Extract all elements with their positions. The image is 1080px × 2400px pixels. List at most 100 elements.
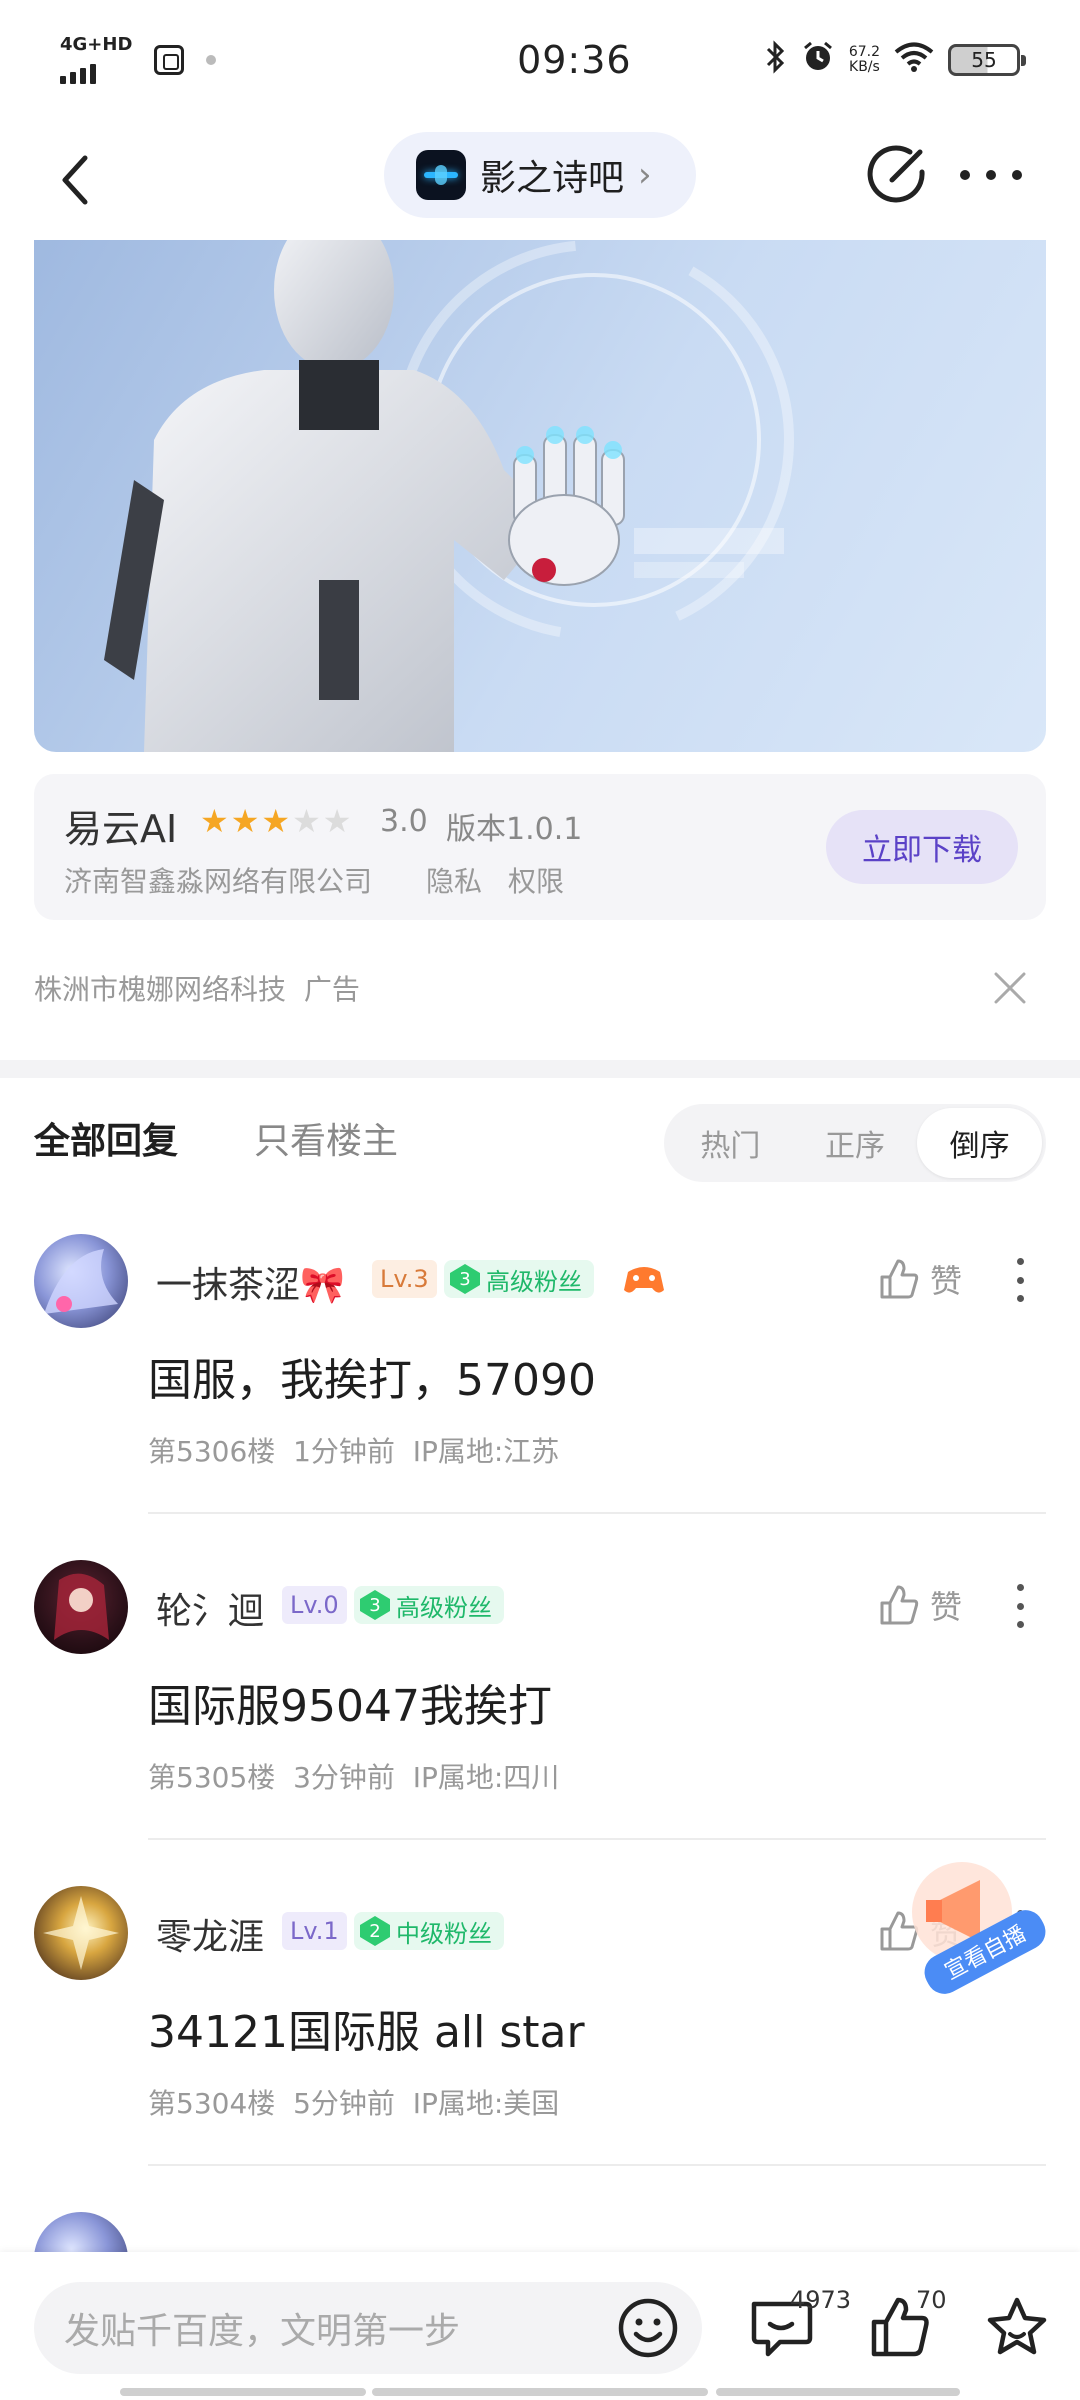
divider <box>148 1512 1046 1514</box>
thumbs-up-icon <box>880 1259 919 1299</box>
app-notification-icon <box>154 45 185 75</box>
fan-level: 3 <box>360 1590 390 1620</box>
floor-number: 第5306楼 <box>148 1435 276 1468</box>
like-button[interactable]: 赞 <box>878 1254 962 1304</box>
privacy-link[interactable]: 隐私 <box>426 860 482 900</box>
thumbs-up-icon <box>880 1585 919 1625</box>
post-content: 国服，我挨打，57090 <box>148 1355 596 1406</box>
post-time: 5分钟前 <box>293 2087 395 2120</box>
like-label: 赞 <box>930 1262 963 1300</box>
like-button[interactable]: 赞 <box>878 1580 962 1630</box>
wifi-icon <box>894 41 934 79</box>
post-more-button[interactable] <box>1010 1258 1030 1302</box>
battery-icon: 55 <box>948 44 1026 76</box>
forum-name: 影之诗吧 <box>480 158 625 199</box>
ip-location: IP属地:四川 <box>412 1761 560 1794</box>
sort-selector: 热门 正序 倒序 <box>664 1104 1046 1182</box>
sort-hot[interactable]: 热门 <box>668 1108 793 1178</box>
floor-number: 第5304楼 <box>148 2087 276 2120</box>
fan-badge: 2 中级粉丝 <box>354 1912 504 1950</box>
star-filled-icon: ★ <box>200 802 229 840</box>
status-time: 09:36 <box>517 38 632 82</box>
level-badge: Lv.3 <box>372 1260 437 1298</box>
avatar[interactable] <box>34 1886 128 1980</box>
edit-post-button[interactable] <box>866 142 930 206</box>
avatar[interactable] <box>34 2212 128 2252</box>
gamepad-icon <box>622 1260 666 1298</box>
star-icon <box>987 2297 1047 2355</box>
fan-level: 3 <box>450 1264 480 1294</box>
ad-banner-image[interactable] <box>34 240 1046 752</box>
fan-label: 高级粉丝 <box>486 1267 582 1296</box>
tab-all-replies[interactable]: 全部回复 <box>34 1112 178 1164</box>
reply-post: 轮氵迴 Lv.0 3 高级粉丝 赞 国际服95047我挨打 第5305楼 3分钟前… <box>0 1560 1080 1885</box>
floating-promo-badge[interactable]: 宣看自播 <box>900 1850 1060 2000</box>
gesture-bar-segment <box>716 2388 960 2396</box>
ad-source: 株洲市槐娜网络科技 广告 <box>34 968 360 1008</box>
app-name: 易云AI <box>64 807 178 851</box>
edit-icon <box>867 145 925 203</box>
ip-location: IP属地:美国 <box>412 2087 560 2120</box>
battery-level: 55 <box>971 48 997 72</box>
forum-title-pill[interactable]: 影之诗吧 › <box>384 132 696 218</box>
back-arrow-icon <box>62 155 88 205</box>
download-button[interactable]: 立即下载 <box>826 810 1018 884</box>
comment-count: 4973 <box>790 2286 852 2314</box>
megaphone-icon: 宣看自播 <box>912 1862 1046 1994</box>
alarm-icon <box>801 40 835 80</box>
avatar[interactable] <box>34 1234 128 1328</box>
ip-location: IP属地:江苏 <box>412 1435 560 1468</box>
username[interactable]: 零龙涯 <box>156 1908 264 1960</box>
reply-post-partial <box>0 2212 1080 2252</box>
level-badge: Lv.1 <box>282 1912 347 1950</box>
rating-stars: ★ ★ ★ ★ ★ <box>200 802 351 840</box>
app-version: 版本1.0.1 <box>446 812 583 847</box>
network-speed: 67.2 KB/s <box>848 44 880 75</box>
favorite-button[interactable] <box>982 2292 1052 2362</box>
username[interactable]: 轮氵迴 <box>156 1582 264 1634</box>
fan-badge: 3 高级粉丝 <box>444 1260 594 1298</box>
smiley-icon <box>618 2298 678 2358</box>
robot-hand-illustration <box>104 240 794 752</box>
gesture-bar-segment <box>120 2388 366 2396</box>
app-company: 济南智鑫淼网络有限公司 <box>64 865 373 898</box>
fan-level: 2 <box>360 1916 390 1946</box>
post-content: 34121国际服 all star <box>148 2007 585 2058</box>
post-meta: 第5305楼 3分钟前 IP属地:四川 <box>148 1756 559 1796</box>
more-options-button[interactable] <box>956 160 1026 190</box>
tab-op-only[interactable]: 只看楼主 <box>254 1112 398 1164</box>
fan-label: 中级粉丝 <box>396 1919 492 1948</box>
gesture-bar-segment <box>372 2388 708 2396</box>
post-more-button[interactable] <box>1010 1584 1030 1628</box>
floor-number: 第5305楼 <box>148 1761 276 1794</box>
divider <box>148 2164 1046 2166</box>
bluetooth-icon <box>765 40 787 80</box>
sort-ascending[interactable]: 正序 <box>793 1108 918 1178</box>
ad-app-card[interactable]: 易云AI ★ ★ ★ ★ ★ 3.0 版本1.0.1 济南智鑫淼网络有限公司 隐… <box>34 774 1046 920</box>
avatar[interactable] <box>34 1560 128 1654</box>
star-filled-icon: ★ <box>230 802 260 840</box>
bottom-action-bar: 发贴千百度，文明第一步 4973 70 <box>0 2252 1080 2400</box>
reply-input[interactable]: 发贴千百度，文明第一步 <box>34 2282 702 2374</box>
close-icon <box>994 972 1026 1004</box>
like-label: 赞 <box>930 1588 963 1626</box>
emoji-button[interactable] <box>612 2292 684 2364</box>
username[interactable]: 一抹茶涩🎀 <box>156 1256 345 1308</box>
star-empty-icon: ★ <box>322 802 352 840</box>
app-rating: 3.0 <box>380 804 428 839</box>
sort-descending[interactable]: 倒序 <box>917 1108 1043 1178</box>
reply-post: 一抹茶涩🎀 Lv.3 3 高级粉丝 赞 国服，我挨打，57090 第5306楼 1… <box>0 1234 1080 1559</box>
ad-tag: 广告 <box>303 973 360 1006</box>
back-button[interactable] <box>40 145 110 215</box>
status-bar: 4G+HD 09:36 67.2 KB/s 55 <box>0 0 1080 120</box>
like-count: 70 <box>916 2286 947 2314</box>
star-filled-icon: ★ <box>261 802 291 840</box>
post-meta: 第5306楼 1分钟前 IP属地:江苏 <box>148 1430 559 1470</box>
post-meta: 第5304楼 5分钟前 IP属地:美国 <box>148 2082 559 2122</box>
permissions-link[interactable]: 权限 <box>508 860 564 900</box>
divider <box>148 1838 1046 1840</box>
post-time: 3分钟前 <box>293 1761 395 1794</box>
close-ad-button[interactable] <box>990 968 1030 1008</box>
level-badge: Lv.0 <box>282 1586 347 1624</box>
star-empty-icon: ★ <box>292 802 321 840</box>
